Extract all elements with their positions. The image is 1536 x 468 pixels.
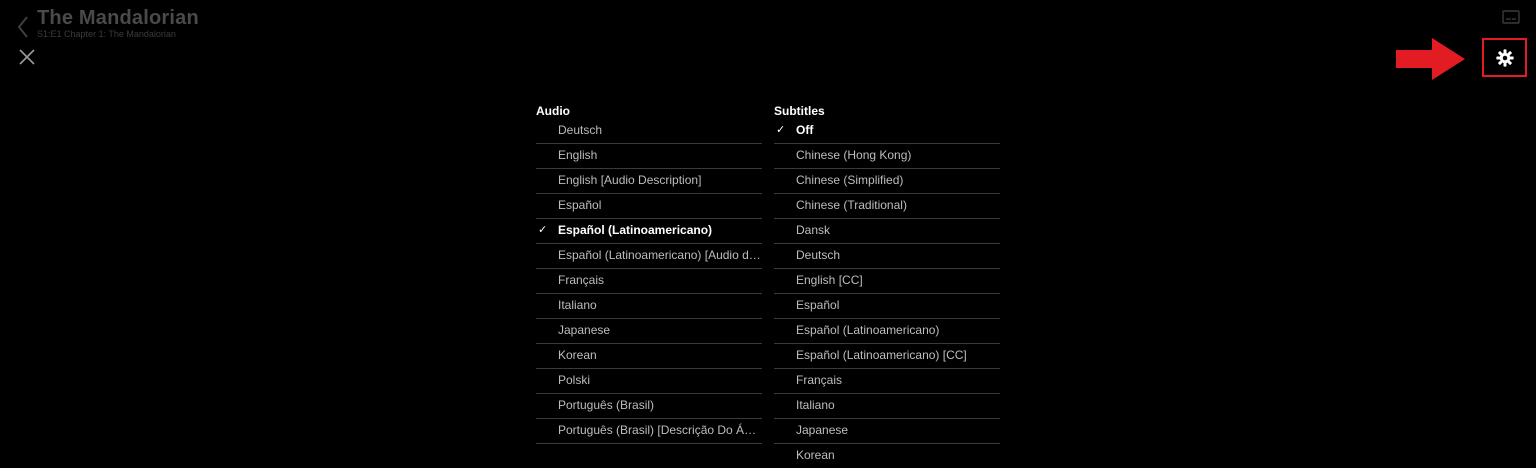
subtitles-column: Subtitles ✓ Off Chinese (Hong Kong) Chinese…: [774, 104, 1000, 468]
subtitle-option[interactable]: Chinese (Simplified): [774, 169, 1000, 194]
audio-option-label: Português (Brasil) [Descrição Do Áudio]: [558, 423, 762, 437]
subtitle-option[interactable]: Español (Latinoamericano) [CC]: [774, 344, 1000, 369]
captions-icon[interactable]: [1502, 10, 1520, 24]
audio-option-label: Français: [558, 273, 605, 287]
subtitle-option-label: Chinese (Hong Kong): [796, 148, 912, 162]
episode-title: S1:E1 Chapter 1: The Mandalorian: [37, 29, 176, 39]
checkmark-icon: ✓: [538, 224, 548, 236]
audio-option-label: Italiano: [558, 298, 597, 312]
subtitle-option[interactable]: Chinese (Traditional): [774, 194, 1000, 219]
audio-option-label: Español (Latinoamericano): [558, 223, 713, 237]
subtitle-option[interactable]: Français: [774, 369, 1000, 394]
audio-option[interactable]: Français: [536, 269, 762, 294]
audio-option[interactable]: Korean: [536, 344, 762, 369]
subtitle-option-label: Chinese (Traditional): [796, 198, 907, 212]
audio-option-label: Korean: [558, 348, 597, 362]
title-block: The Mandalorian S1:E1 Chapter 1: The Man…: [37, 6, 199, 40]
subtitle-option-label: Off: [796, 123, 814, 137]
back-chevron-icon[interactable]: [14, 14, 32, 40]
audio-option[interactable]: Deutsch: [536, 119, 762, 144]
audio-option[interactable]: Português (Brasil) [Descrição Do Áudio]: [536, 419, 762, 444]
audio-option[interactable]: Polski: [536, 369, 762, 394]
audio-option[interactable]: Español: [536, 194, 762, 219]
audio-option-label: Polski: [558, 373, 591, 387]
subtitle-option[interactable]: ✓ Off: [774, 119, 1000, 144]
audio-option[interactable]: English: [536, 144, 762, 169]
checkmark-icon: ✓: [776, 124, 786, 136]
subtitle-option-label: Español (Latinoamericano) [CC]: [796, 348, 967, 362]
show-title: The Mandalorian: [37, 7, 199, 29]
subtitle-option-label: Italiano: [796, 398, 835, 412]
subtitle-option[interactable]: Dansk: [774, 219, 1000, 244]
audio-option-label: Español: [558, 198, 602, 212]
audio-option-label: Português (Brasil): [558, 398, 655, 412]
subtitles-heading: Subtitles: [774, 104, 825, 118]
subtitle-option[interactable]: English [CC]: [774, 269, 1000, 294]
audio-option-label: Español (Latinoamericano) [Audio de…: [558, 248, 762, 262]
subtitle-option[interactable]: Korean: [774, 444, 1000, 468]
close-icon[interactable]: [17, 47, 37, 67]
subtitle-option[interactable]: Español: [774, 294, 1000, 319]
subtitle-option[interactable]: Deutsch: [774, 244, 1000, 269]
red-arrow-icon: [1396, 38, 1465, 80]
audio-option[interactable]: ✓ Español (Latinoamericano): [536, 219, 762, 244]
audio-option[interactable]: Japanese: [536, 319, 762, 344]
audio-options-list: Deutsch English English [Audio Description…: [536, 119, 762, 444]
subtitle-option-label: Dansk: [796, 223, 831, 237]
audio-option-label: Japanese: [558, 323, 611, 337]
subtitle-option-label: Deutsch: [796, 248, 841, 262]
audio-option-label: Deutsch: [558, 123, 603, 137]
audio-column: Audio Deutsch English English [Audio Descr…: [536, 104, 762, 444]
player-audio-subtitles-screen: The Mandalorian S1:E1 Chapter 1: The Man…: [0, 0, 1536, 468]
subtitles-options-list: ✓ Off Chinese (Hong Kong) Chinese (Simplifi…: [774, 119, 1000, 468]
subtitle-option[interactable]: Español (Latinoamericano): [774, 319, 1000, 344]
audio-option[interactable]: English [Audio Description]: [536, 169, 762, 194]
audio-heading: Audio: [536, 104, 570, 118]
subtitle-option-label: English [CC]: [796, 273, 863, 287]
audio-option[interactable]: Português (Brasil): [536, 394, 762, 419]
subtitle-option[interactable]: Japanese: [774, 419, 1000, 444]
subtitle-option-label: Español: [796, 298, 840, 312]
audio-option[interactable]: Italiano: [536, 294, 762, 319]
audio-option[interactable]: Español (Latinoamericano) [Audio de…: [536, 244, 762, 269]
gear-icon: [1495, 48, 1514, 67]
audio-option-label: English [Audio Description]: [558, 173, 702, 187]
subtitle-option[interactable]: Chinese (Hong Kong): [774, 144, 1000, 169]
subtitle-option[interactable]: Italiano: [774, 394, 1000, 419]
subtitle-option-label: Korean: [796, 448, 835, 462]
subtitle-option-label: Español (Latinoamericano): [796, 323, 940, 337]
audio-option-label: English: [558, 148, 598, 162]
subtitle-option-label: Japanese: [796, 423, 849, 437]
subtitle-option-label: Chinese (Simplified): [796, 173, 904, 187]
settings-button[interactable]: [1482, 38, 1527, 77]
subtitle-option-label: Français: [796, 373, 843, 387]
